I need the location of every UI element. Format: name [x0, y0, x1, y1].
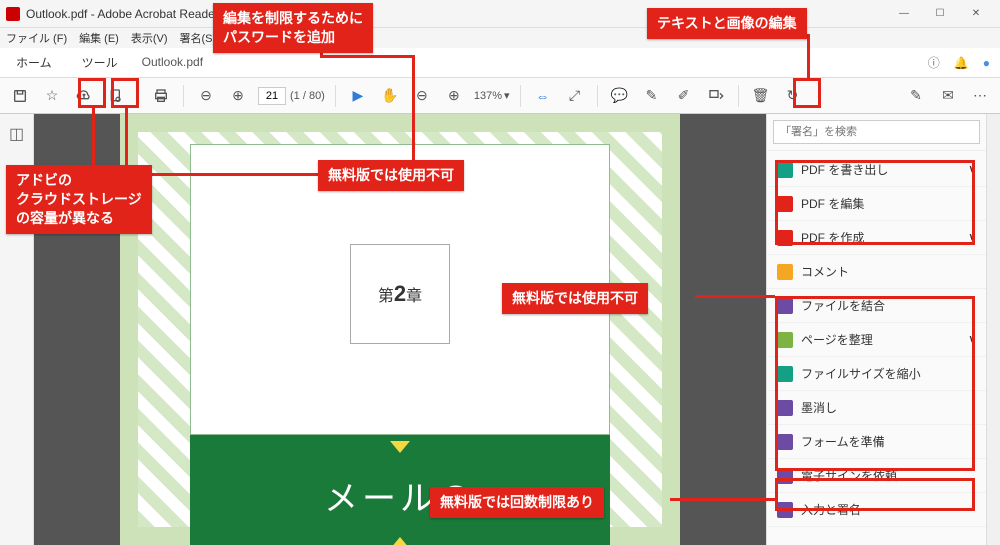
- tool-label: ファイルサイズを縮小: [801, 365, 921, 382]
- tool-label: PDF を作成: [801, 229, 864, 246]
- more-icon[interactable]: ⋯: [968, 84, 992, 108]
- draw-icon[interactable]: ✐: [672, 84, 696, 108]
- chapter-box: 第2章: [350, 244, 450, 344]
- tool-item-8[interactable]: フォームを準備: [767, 425, 986, 459]
- callout-password: 編集を制限するために パスワードを追加: [213, 3, 373, 53]
- tool-icon: [777, 264, 793, 280]
- tool-item-9[interactable]: 電子サインを依頼: [767, 459, 986, 493]
- page-input[interactable]: [258, 87, 286, 105]
- bell-icon[interactable]: 🔔: [954, 56, 969, 70]
- tool-item-10[interactable]: 入力と署名: [767, 493, 986, 527]
- callout-not-free-1: 無料版では使用不可: [318, 160, 464, 191]
- thumbnails-icon[interactable]: ◫: [5, 122, 29, 146]
- chevron-down-icon: ∨: [969, 334, 976, 345]
- callout-cloud-storage: アドビの クラウドストレージ の容量が異なる: [6, 165, 152, 234]
- chevron-down-icon: ∨: [969, 232, 976, 243]
- sign-tool-icon[interactable]: ✎: [904, 84, 928, 108]
- tool-icon: [777, 502, 793, 518]
- print-icon[interactable]: [149, 84, 173, 108]
- app-icon: [6, 7, 20, 21]
- tool-item-1[interactable]: PDF を編集: [767, 187, 986, 221]
- rotate-icon[interactable]: ↻: [781, 84, 805, 108]
- menu-edit[interactable]: 編集 (E): [79, 30, 119, 46]
- toolbar: ☆ ⊖ ⊕ (1 / 80) ▶ ✋ ⊖ ⊕ 137% ▾ ⇔ ⤢ 💬 ✎ ✐ …: [0, 78, 1000, 114]
- zoom-plus-icon[interactable]: ⊕: [442, 84, 466, 108]
- close-button[interactable]: ✕: [958, 0, 994, 28]
- callout-not-free-2: 無料版では使用不可: [502, 283, 648, 314]
- edit-text-image-icon[interactable]: [704, 84, 728, 108]
- tools-search-input[interactable]: [773, 120, 980, 144]
- tool-label: PDF を書き出し: [801, 161, 888, 178]
- page-total: (1 / 80): [290, 90, 325, 102]
- tab-tools[interactable]: ツール: [76, 54, 124, 71]
- tool-item-5[interactable]: ページを整理 ∨: [767, 323, 986, 357]
- help-icon[interactable]: ⓘ: [928, 54, 940, 71]
- tool-icon: [777, 230, 793, 246]
- menu-bar: ファイル (F) 編集 (E) 表示(V) 署名(S) ウィンド: [0, 28, 1000, 48]
- tool-icon: [777, 162, 793, 178]
- callout-edit-text-image: テキストと画像の編集: [647, 8, 807, 39]
- menu-sign[interactable]: 署名(S): [180, 30, 217, 46]
- account-icon[interactable]: ●: [983, 56, 990, 70]
- zoom-out-icon[interactable]: ⊖: [194, 84, 218, 108]
- callout-limit: 無料版では回数制限あり: [430, 487, 604, 518]
- tool-item-2[interactable]: PDF を作成 ∨: [767, 221, 986, 255]
- lock-page-icon[interactable]: [104, 84, 128, 108]
- tool-label: フォームを準備: [801, 433, 885, 450]
- tab-bar: ホーム ツール Outlook.pdf ⓘ 🔔 ●: [0, 48, 1000, 78]
- tool-item-0[interactable]: PDF を書き出し ∨: [767, 153, 986, 187]
- pointer-icon[interactable]: ▶: [346, 84, 370, 108]
- tab-document[interactable]: Outlook.pdf: [142, 55, 203, 71]
- tool-label: ファイルを結合: [801, 297, 885, 314]
- minimize-button[interactable]: —: [886, 0, 922, 28]
- highlight-icon[interactable]: ✎: [640, 84, 664, 108]
- tool-item-6[interactable]: ファイルサイズを縮小: [767, 357, 986, 391]
- tool-item-3[interactable]: コメント: [767, 255, 986, 289]
- tool-item-7[interactable]: 墨消し: [767, 391, 986, 425]
- page-control: (1 / 80): [258, 87, 325, 105]
- tool-label: ページを整理: [801, 331, 873, 348]
- tool-icon: [777, 400, 793, 416]
- mail-icon[interactable]: ✉: [936, 84, 960, 108]
- tool-label: コメント: [801, 263, 849, 280]
- hand-icon[interactable]: ✋: [378, 84, 402, 108]
- tool-item-4[interactable]: ファイルを結合: [767, 289, 986, 323]
- save-icon[interactable]: [8, 84, 32, 108]
- tool-label: 電子サインを依頼: [801, 467, 897, 484]
- chevron-down-icon: ∨: [969, 164, 976, 175]
- tool-icon: [777, 468, 793, 484]
- tab-home[interactable]: ホーム: [10, 54, 58, 71]
- cloud-upload-icon[interactable]: [72, 84, 96, 108]
- tool-icon: [777, 298, 793, 314]
- zoom-level[interactable]: 137% ▾: [474, 89, 510, 102]
- tools-panel: PDF を書き出し ∨ PDF を編集 PDF を作成 ∨ コメント ファイルを…: [766, 114, 986, 545]
- tool-icon: [777, 196, 793, 212]
- title-bar: Outlook.pdf - Adobe Acrobat Reader (64-b…: [0, 0, 1000, 28]
- trash-icon[interactable]: 🗑: [749, 84, 773, 108]
- comment-icon[interactable]: 💬: [608, 84, 632, 108]
- tool-label: 入力と署名: [801, 501, 861, 518]
- tool-label: 墨消し: [801, 399, 837, 416]
- star-icon[interactable]: ☆: [40, 84, 64, 108]
- maximize-button[interactable]: ☐: [922, 0, 958, 28]
- zoom-in-icon[interactable]: ⊕: [226, 84, 250, 108]
- tool-label: PDF を編集: [801, 195, 864, 212]
- tool-icon: [777, 366, 793, 382]
- menu-view[interactable]: 表示(V): [131, 30, 168, 46]
- fit-page-icon[interactable]: ⤢: [563, 84, 587, 108]
- tool-icon: [777, 434, 793, 450]
- tool-icon: [777, 332, 793, 348]
- scrollbar[interactable]: [986, 114, 1000, 545]
- fit-width-icon[interactable]: ⇔: [531, 84, 555, 108]
- menu-file[interactable]: ファイル (F): [6, 30, 67, 46]
